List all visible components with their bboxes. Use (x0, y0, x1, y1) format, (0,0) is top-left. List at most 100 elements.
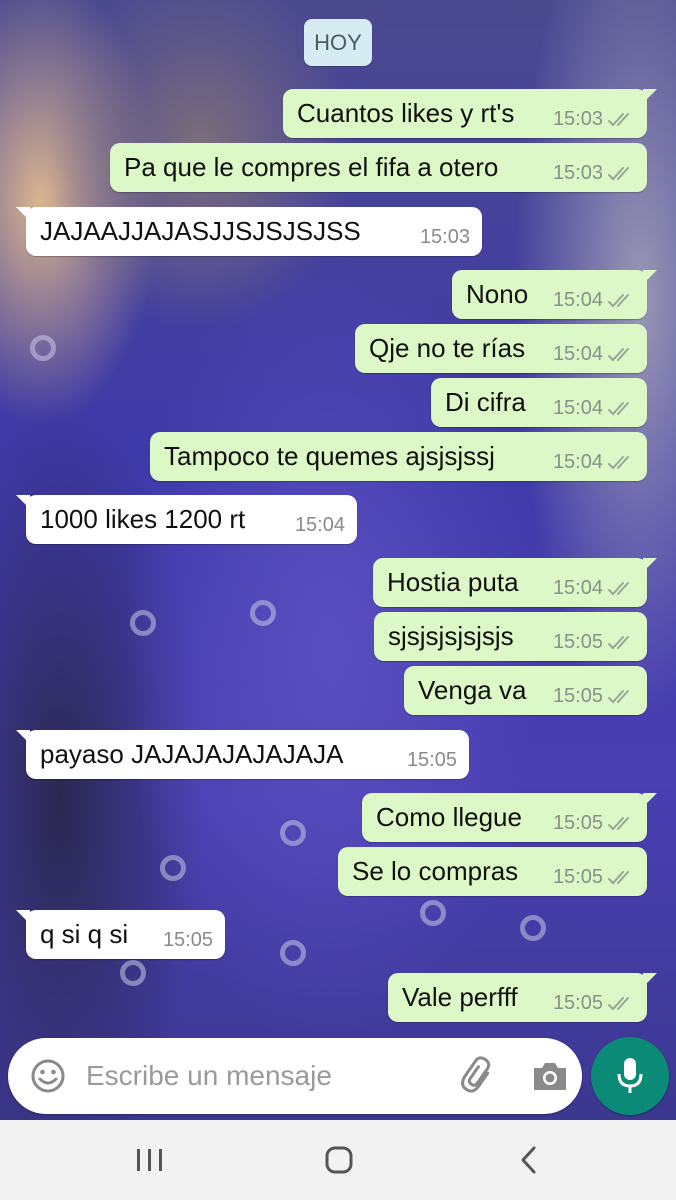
message-text: q si q si (40, 919, 129, 949)
message-meta: 15:05 (553, 812, 635, 835)
message-text: Como llegue (376, 802, 522, 832)
message-time: 15:04 (552, 451, 603, 473)
read-receipt-icon (608, 996, 629, 1010)
bubble-tail (16, 910, 30, 924)
message-text: Tampoco te quemes ajsjsjssj (164, 441, 495, 471)
outgoing-message[interactable]: Nono 15:04 (452, 270, 657, 319)
emoji-icon[interactable] (30, 1058, 66, 1094)
message-meta: 15:04 (553, 577, 635, 600)
outgoing-message[interactable]: Pa que le compres el fifa a otero 15:03 (110, 143, 647, 192)
bubble-tail (16, 207, 30, 221)
message-text: payaso JAJAJAJAJAJAJA (40, 739, 344, 769)
message-time: 15:05 (552, 866, 603, 888)
incoming-message[interactable]: payaso JAJAJAJAJAJAJA 15:05 (16, 730, 469, 779)
message-time: 15:05 (552, 992, 603, 1014)
read-receipt-icon (608, 293, 629, 307)
read-receipt-icon (608, 401, 629, 415)
message-text: 1000 likes 1200 rt (40, 504, 246, 534)
message-composer[interactable]: Escribe un mensaje (8, 1038, 582, 1114)
message-text: Hostia puta (387, 567, 519, 597)
outgoing-message[interactable]: Se lo compras 15:05 (338, 847, 647, 896)
message-text: Vale perfff (402, 982, 518, 1012)
bubble-tail (643, 793, 657, 807)
read-receipt-icon (608, 112, 629, 126)
wallpaper-pattern (120, 960, 146, 986)
message-time: 15:05 (552, 685, 603, 707)
read-receipt-icon (608, 347, 629, 361)
message-meta: 15:05 (553, 992, 635, 1015)
message-meta: 15:05 (553, 631, 635, 654)
message-text: Pa que le compres el fifa a otero (124, 152, 499, 182)
message-time: 15:05 (552, 812, 603, 834)
message-time: 15:03 (552, 162, 603, 184)
message-meta: 15:04 (553, 343, 635, 366)
outgoing-message[interactable]: Cuantos likes y rt's 15:03 (283, 89, 657, 138)
microphone-icon (617, 1058, 643, 1093)
outgoing-message[interactable]: Como llegue 15:05 (362, 793, 657, 842)
recent-apps-icon[interactable] (130, 1144, 170, 1178)
read-receipt-icon (608, 816, 629, 830)
message-meta: 15:03 (420, 226, 470, 249)
read-receipt-icon (608, 455, 629, 469)
date-divider: HOY (304, 19, 372, 66)
bubble-tail (16, 495, 30, 509)
bubble-tail (643, 558, 657, 572)
outgoing-message[interactable]: Tampoco te quemes ajsjsjssj 15:04 (150, 432, 647, 481)
wallpaper-pattern (280, 820, 306, 846)
date-label: HOY (314, 29, 362, 55)
read-receipt-icon (608, 870, 629, 884)
microphone-button[interactable] (591, 1037, 669, 1115)
message-meta: 15:05 (163, 929, 213, 952)
home-icon[interactable] (319, 1144, 359, 1178)
message-text: Nono (466, 279, 529, 309)
outgoing-message[interactable]: Di cifra 15:04 (431, 378, 647, 427)
message-text: Di cifra (445, 387, 526, 417)
message-text: JAJAAJJAJASJJSJSJSJSS (40, 216, 361, 246)
wallpaper-pattern (420, 900, 446, 926)
wallpaper-pattern (250, 600, 276, 626)
message-meta: 15:04 (553, 451, 635, 474)
system-navigation-bar (0, 1120, 676, 1200)
message-text: sjsjsjsjsjsjs (388, 621, 514, 651)
message-time: 15:04 (294, 514, 345, 536)
message-time: 15:03 (419, 226, 470, 248)
outgoing-message[interactable]: sjsjsjsjsjsjs 15:05 (374, 612, 647, 661)
outgoing-message[interactable]: Hostia puta 15:04 (373, 558, 657, 607)
message-meta: 15:04 (295, 514, 345, 537)
incoming-message[interactable]: q si q si 15:05 (16, 910, 225, 959)
outgoing-message[interactable]: Qje no te rías 15:04 (355, 324, 647, 373)
bubble-tail (643, 973, 657, 987)
message-time: 15:05 (552, 631, 603, 653)
wallpaper-pattern (160, 855, 186, 881)
wallpaper-pattern (30, 335, 56, 361)
attach-icon[interactable] (458, 1056, 498, 1096)
read-receipt-icon (608, 689, 629, 703)
wallpaper-pattern (130, 610, 156, 636)
wallpaper-pattern (280, 940, 306, 966)
message-meta: 15:04 (553, 397, 635, 420)
read-receipt-icon (608, 581, 629, 595)
message-meta: 15:05 (553, 866, 635, 889)
wallpaper-pattern (520, 915, 546, 941)
read-receipt-icon (608, 166, 629, 180)
message-time: 15:03 (552, 108, 603, 130)
message-input[interactable]: Escribe un mensaje (86, 1060, 332, 1092)
bubble-tail (643, 89, 657, 103)
bubble-tail (16, 730, 30, 744)
back-icon[interactable] (510, 1144, 550, 1178)
message-time: 15:04 (552, 343, 603, 365)
incoming-message[interactable]: 1000 likes 1200 rt 15:04 (16, 495, 357, 544)
message-time: 15:04 (552, 397, 603, 419)
message-text: Se lo compras (352, 856, 519, 886)
message-meta: 15:03 (553, 108, 635, 131)
message-meta: 15:05 (553, 685, 635, 708)
incoming-message[interactable]: JAJAAJJAJASJJSJSJSJSS 15:03 (16, 207, 482, 256)
message-meta: 15:04 (553, 289, 635, 312)
outgoing-message[interactable]: Vale perfff 15:05 (388, 973, 657, 1022)
message-time: 15:05 (162, 929, 213, 951)
camera-icon[interactable] (530, 1058, 570, 1094)
outgoing-message[interactable]: Venga va 15:05 (404, 666, 647, 715)
message-meta: 15:03 (553, 162, 635, 185)
message-time: 15:04 (552, 577, 603, 599)
bubble-tail (643, 270, 657, 284)
